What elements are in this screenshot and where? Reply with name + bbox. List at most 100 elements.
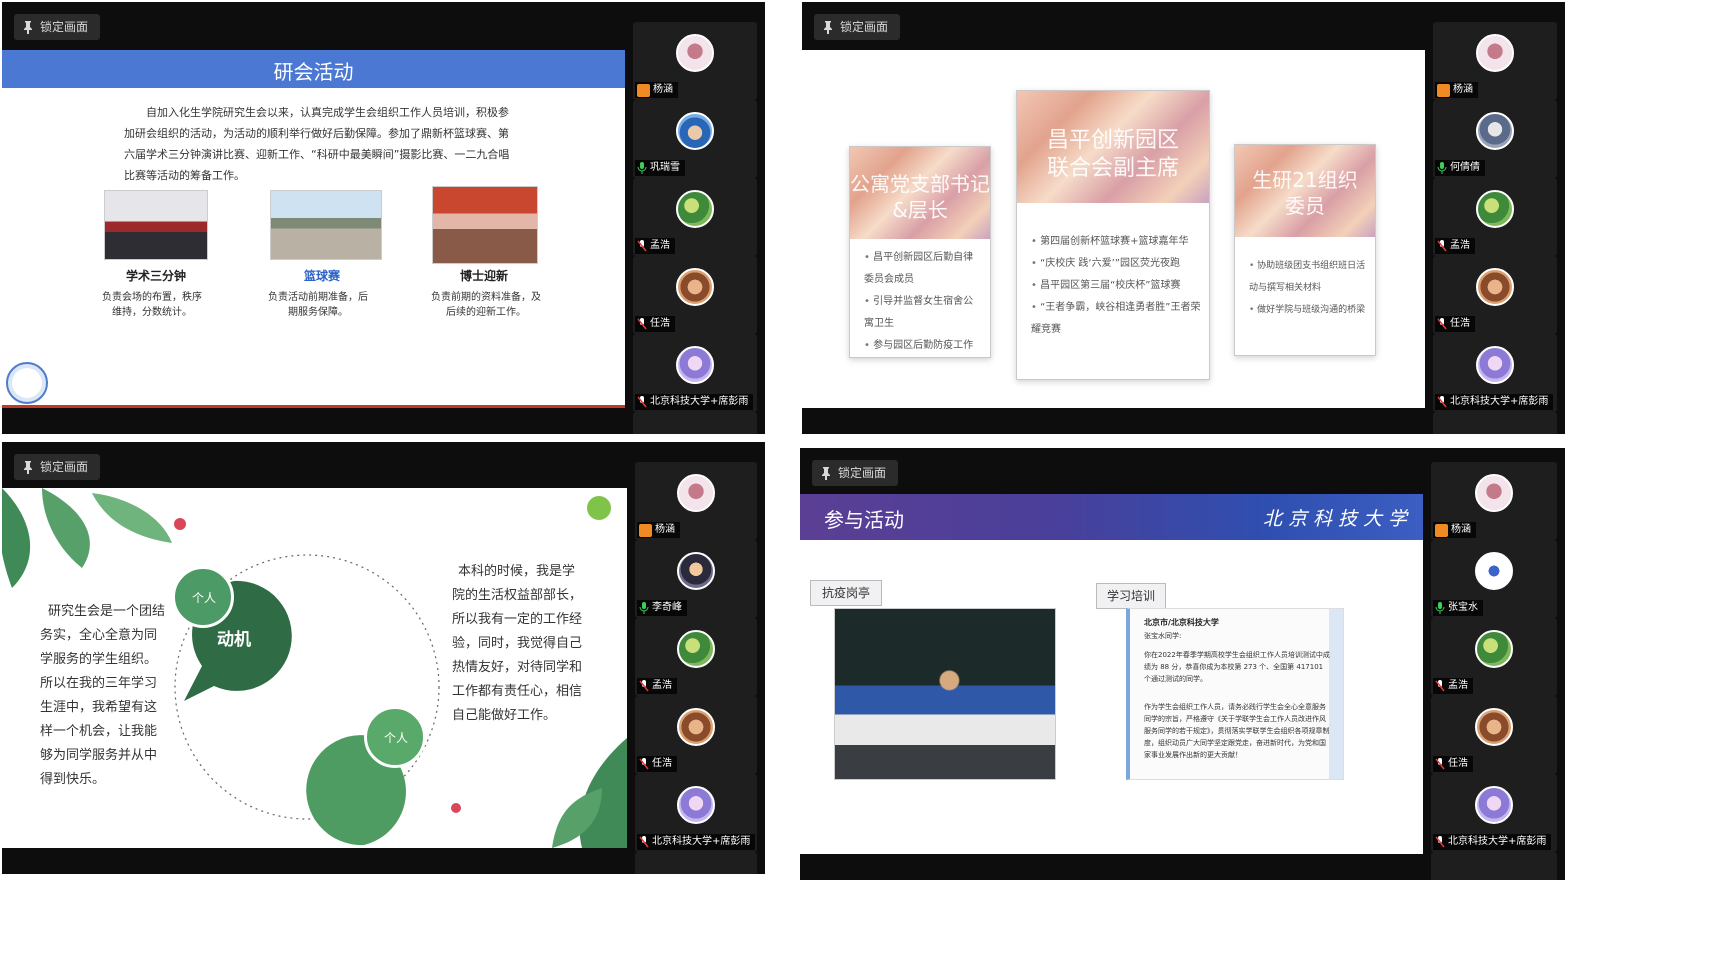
lock-view-button[interactable]: 锁定画面 [14,14,101,40]
avatar [677,630,715,668]
avatar [1476,268,1514,306]
host-icon [1435,523,1448,537]
photo-basketball [270,190,382,260]
card-item: 引导并监督女生宿舍公寓卫生 [864,291,982,335]
card-title: 生研21组织委员 [1252,168,1358,218]
participant-tile[interactable]: 巩瑞雪 [633,100,757,178]
participant-tile[interactable]: 任浩 [635,696,757,774]
avatar [1475,474,1513,512]
participant-label: 孟浩 [1433,678,1473,694]
university-seal-logo [6,362,48,404]
doc-line-2: 作为学生会组织工作人员，请务必践行学生会全心全意服务同学的宗旨，严格遵守《关于学… [1144,703,1330,759]
left-paragraph: 研究生会是一个团结务实，全心全意为同学服务的学生组织。所以在我的三年学习生涯中，… [40,604,166,787]
participant-name: 杨涵 [1453,84,1473,95]
meeting-screen-4: 锁定画面 参与活动 北京科技大学 抗疫岗亭 学习培训 北京市/北京科技大学 张宝… [800,448,1565,880]
mic-muted-icon [639,680,649,692]
shared-slide: 研会活动 自加入化生学院研究生会以来，认真完成学生会组织工作人员培训，积极参加研… [2,50,625,408]
role-card-1: 公寓党支部书记&层长 昌平创新园区后勤自律委员会成员 引导并监督女生宿舍公寓卫生… [849,146,991,358]
avatar [1476,112,1514,150]
meeting-screen-1: 锁定画面 研会活动 自加入化生学院研究生会以来，认真完成学生会组织工作人员培训，… [2,2,765,434]
meeting-screen-3: 锁定画面 研究生会是一个团结务实，全心全意为同学服务的学生组织。所以在我的三年学… [2,442,765,874]
participant-tile[interactable]: 李奇峰 [635,540,757,618]
avatar [1475,630,1513,668]
title-bar: 研会活动 [2,50,625,88]
tag-left-label: 抗疫岗亭 [821,586,870,600]
card-item: “庆校庆 践‘六爱’”园区荧光夜跑 [1031,253,1201,275]
participant-tile[interactable]: 孟浩 [635,618,757,696]
host-icon [637,83,650,97]
shared-slide: 公寓党支部书记&层长 昌平创新园区后勤自律委员会成员 引导并监督女生宿舍公寓卫生… [802,50,1425,408]
participant-label: 杨涵 [637,522,680,538]
item-desc-1: 负责会场的布置，秩序维持，分数统计。 [102,292,202,318]
participant-tile[interactable]: 张宝水 [1431,540,1557,618]
participant-tile-partial[interactable] [1431,852,1557,880]
avatar [677,474,715,512]
mic-muted-icon [1437,318,1447,330]
host-icon [1437,83,1450,97]
participant-label: 巩瑞雪 [635,160,685,176]
doc-line-1: 你在2022年春季学期高校学生会组织工作人员培训测试中成绩为 88 分，恭喜你成… [1144,651,1330,683]
avatar [677,786,715,824]
lock-view-button[interactable]: 锁定画面 [814,14,901,40]
participant-label: 孟浩 [635,238,675,254]
participant-tile[interactable]: 孟浩 [1431,618,1557,696]
participant-label: 孟浩 [637,678,677,694]
personal-label-2: 个人 [384,731,409,745]
participant-label: 北京科技大学+席彭雨 [637,834,756,850]
avatar [1475,786,1513,824]
slide-bottom-line [2,405,625,408]
participant-gallery: 杨涵 张宝水 孟浩 任浩 北京科技大学+席彭雨 [1423,448,1565,880]
participant-tile[interactable]: 北京科技大学+席彭雨 [635,774,757,852]
participant-tile[interactable]: 何倩倩 [1433,100,1557,178]
lock-view-button[interactable]: 锁定画面 [812,460,899,486]
personal-label-1: 个人 [192,591,217,605]
participant-gallery: 杨涵 何倩倩 孟浩 任浩 北京科技大学+席彭雨 [1425,2,1565,434]
participant-tile[interactable]: 任浩 [1433,256,1557,334]
participant-tile[interactable]: 孟浩 [1433,178,1557,256]
participant-tile[interactable]: 孟浩 [633,178,757,256]
shared-slide: 参与活动 北京科技大学 抗疫岗亭 学习培训 北京市/北京科技大学 张宝水同学: … [800,494,1423,854]
avatar [1476,190,1514,228]
avatar [676,34,714,72]
role-card-2: 昌平创新园区联合会副主席 第四届创新杯篮球赛+篮球嘉年华 “庆校庆 践‘六爱’”… [1016,90,1210,380]
participant-tile-partial[interactable] [633,412,757,434]
participant-tile[interactable]: 杨涵 [1433,22,1557,100]
participant-label: 任浩 [635,316,675,332]
participant-name: 任浩 [650,318,670,329]
pin-icon [822,467,830,480]
participant-label: 孟浩 [1435,238,1475,254]
participant-name: 任浩 [652,758,672,769]
participant-tile[interactable]: 北京科技大学+席彭雨 [1431,774,1557,852]
card-item: “王者争霸，峡谷相逢勇者胜”王者荣耀竞赛 [1031,297,1201,341]
participant-tile[interactable]: 杨涵 [635,462,757,540]
certificate-document: 北京市/北京科技大学 张宝水同学: 你在2022年春季学期高校学生会组织工作人员… [1126,608,1344,780]
shared-slide: 研究生会是一个团结务实，全心全意为同学服务的学生组织。所以在我的三年学习生涯中，… [2,488,627,848]
participant-tile[interactable]: 北京科技大学+席彭雨 [633,334,757,412]
participant-label: 杨涵 [635,82,678,98]
slide-title: 研会活动 [273,60,354,84]
participant-tile[interactable]: 杨涵 [633,22,757,100]
participant-tile[interactable]: 任浩 [633,256,757,334]
mic-muted-icon [637,396,647,408]
participant-tile[interactable]: 杨涵 [1431,462,1557,540]
mic-muted-icon [1435,680,1445,692]
participant-tile[interactable]: 北京科技大学+席彭雨 [1433,334,1557,412]
item-desc-2: 负责活动前期准备，后期服务保障。 [268,292,368,318]
host-icon [639,523,652,537]
slide-paragraph: 自加入化生学院研究生会以来，认真完成学生会组织工作人员培训，积极参加研会组织的活… [124,106,510,182]
participant-tile-partial[interactable] [635,852,757,874]
mic-muted-icon [639,836,649,848]
mic-muted-icon [1437,396,1447,408]
participant-name: 任浩 [1450,318,1470,329]
lock-view-label: 锁定画面 [40,20,89,34]
card-item: 协助班级团支书组织班日活动与撰写相关材料 [1249,255,1367,299]
role-card-3: 生研21组织委员 协助班级团支书组织班日活动与撰写相关材料 做好学院与班级沟通的… [1234,144,1376,356]
lock-view-button[interactable]: 锁定画面 [14,454,101,480]
card-item: 参与园区后勤防疫工作 [864,335,982,357]
avatar [676,346,714,384]
participant-tile-partial[interactable] [1433,412,1557,434]
card-list: 协助班级团支书组织班日活动与撰写相关材料 做好学院与班级沟通的桥梁 [1249,255,1367,321]
participant-tile[interactable]: 任浩 [1431,696,1557,774]
card-list: 第四届创新杯篮球赛+篮球嘉年华 “庆校庆 践‘六爱’”园区荧光夜跑 昌平园区第三… [1031,231,1201,341]
tag-right-label: 学习培训 [1106,589,1155,603]
